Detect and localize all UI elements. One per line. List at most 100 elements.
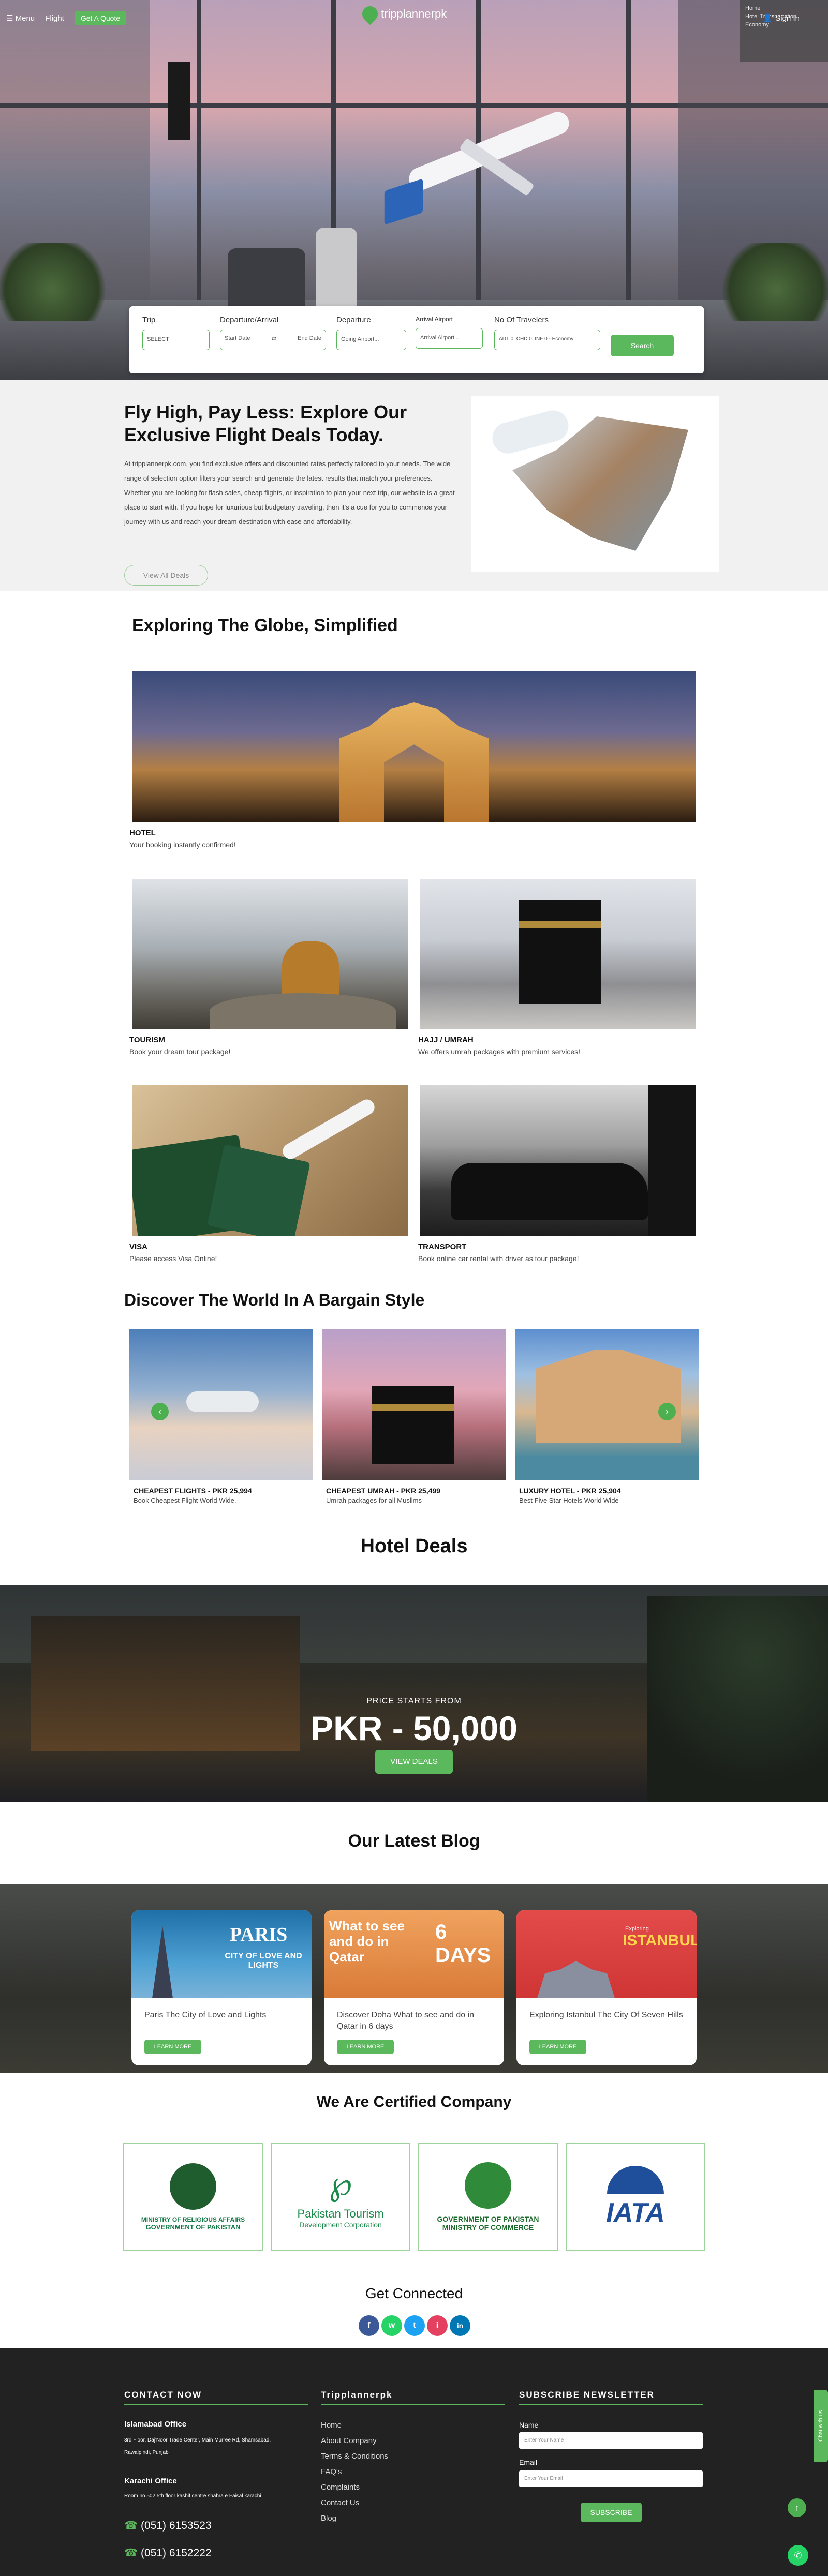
blog-card[interactable]: What to see and do in Qatar 6 DAYS Disco… bbox=[324, 1910, 504, 2065]
pakistan-emblem-icon bbox=[170, 2163, 216, 2210]
iata-globe-icon bbox=[607, 2165, 664, 2194]
footer-link-complaints[interactable]: Complaints bbox=[321, 2483, 360, 2492]
get-connected-title: Get Connected bbox=[365, 2285, 463, 2301]
explore-title: Exploring The Globe, Simplified bbox=[132, 616, 398, 635]
blog-card-text: Exploring Istanbul The City Of Seven Hil… bbox=[529, 2011, 683, 2019]
card-title: TOURISM bbox=[129, 1036, 165, 1044]
intro-title: Fly High, Pay Less: Explore Our Exclusiv… bbox=[124, 401, 407, 445]
blog-title: Our Latest Blog bbox=[348, 1831, 480, 1851]
blog-image: Exploring ISTANBUL bbox=[516, 1910, 697, 1998]
tourism-card-image[interactable] bbox=[132, 879, 408, 1029]
logo-icon bbox=[359, 3, 381, 25]
arrival-input[interactable]: Arrival Airport... bbox=[416, 328, 483, 349]
footer-link-blog[interactable]: Blog bbox=[321, 2514, 336, 2523]
carousel-next-button[interactable]: › bbox=[658, 1403, 676, 1420]
footer-link-faqs[interactable]: FAQ's bbox=[321, 2467, 342, 2476]
linkedin-icon[interactable]: in bbox=[450, 2315, 470, 2336]
card-title: CHEAPEST FLIGHTS - PKR 25,994 bbox=[134, 1487, 252, 1495]
view-all-deals-button[interactable]: View All Deals bbox=[124, 565, 208, 586]
links-heading: Tripplannerpk bbox=[321, 2390, 393, 2400]
trip-select[interactable]: SELECT bbox=[142, 330, 210, 350]
intro-body: At tripplannerpk.com, you find exclusive… bbox=[124, 460, 455, 526]
carousel-prev-button[interactable]: ‹ bbox=[151, 1403, 169, 1420]
blog-card[interactable]: PARIS CITY OF LOVE AND LIGHTS Paris The … bbox=[131, 1910, 312, 2065]
phone-link[interactable]: ☎ (051) 6152222 bbox=[124, 2547, 212, 2559]
date-range-field[interactable]: Start Date ⇄ End Date bbox=[220, 330, 326, 350]
facebook-icon[interactable]: f bbox=[359, 2315, 379, 2336]
blog-section: PARIS CITY OF LOVE AND LIGHTS Paris The … bbox=[0, 1884, 828, 2073]
nav-flight-link[interactable]: Flight bbox=[45, 14, 64, 23]
top-navbar: ☰ Menu Flight Get A Quote tripplannerpk bbox=[0, 0, 828, 36]
intro-section: Fly High, Pay Less: Explore Our Exclusiv… bbox=[0, 380, 828, 591]
whatsapp-icon[interactable]: w bbox=[381, 2315, 402, 2336]
chat-with-us-tab[interactable]: Chat with us bbox=[814, 2390, 828, 2462]
hajj-card-image[interactable] bbox=[420, 879, 696, 1029]
phone-link[interactable]: ☎ (051) 6153523 bbox=[124, 2519, 212, 2532]
blog-card[interactable]: Exploring ISTANBUL Exploring Istanbul Th… bbox=[516, 1910, 697, 2065]
footer-link-terms[interactable]: Terms & Conditions bbox=[321, 2452, 388, 2461]
blog-image: What to see and do in Qatar 6 DAYS bbox=[324, 1910, 504, 1998]
cert-ministry-commerce: GOVERNMENT OF PAKISTAN MINISTRY OF COMME… bbox=[418, 2143, 558, 2251]
subscribe-button[interactable]: SUBSCRIBE bbox=[581, 2503, 642, 2522]
blog-card-text: Discover Doha What to see and do in Qata… bbox=[337, 2011, 475, 2031]
hotel-price: PKR - 50,000 bbox=[310, 1709, 518, 1747]
twitter-icon[interactable]: t bbox=[404, 2315, 425, 2336]
card-subtitle: Best Five Star Hotels World Wide bbox=[519, 1496, 619, 1504]
card-subtitle: Umrah packages for all Muslims bbox=[326, 1496, 422, 1504]
flight-search-form: Trip SELECT Departure/Arrival Start Date… bbox=[129, 306, 704, 373]
card-subtitle: Book Cheapest Flight World Wide. bbox=[134, 1496, 236, 1504]
menu-button[interactable]: ☰ Menu bbox=[6, 13, 35, 23]
card-subtitle: Book online car rental with driver as to… bbox=[418, 1254, 579, 1263]
umrah-deal-image[interactable] bbox=[322, 1329, 506, 1480]
price-starts-label: PRICE STARTS FROM bbox=[366, 1697, 462, 1705]
arrow-right-icon: ⇄ bbox=[271, 336, 276, 342]
departure-input[interactable]: Going Airport... bbox=[336, 330, 406, 350]
card-title: HAJJ / UMRAH bbox=[418, 1036, 474, 1044]
blog-card-text: Paris The City of Love and Lights bbox=[144, 2011, 267, 2019]
whatsapp-chat-icon[interactable]: ✆ bbox=[788, 2545, 808, 2566]
newsletter-email-input[interactable]: Enter Your Email bbox=[519, 2470, 703, 2487]
learn-more-button[interactable]: LEARN MORE bbox=[529, 2040, 586, 2054]
card-subtitle: Book your dream tour package! bbox=[129, 1047, 231, 1056]
learn-more-button[interactable]: LEARN MORE bbox=[144, 2040, 201, 2054]
hotel-deals-banner: PRICE STARTS FROM PKR - 50,000 VIEW DEAL… bbox=[0, 1585, 828, 1802]
view-deals-button[interactable]: VIEW DEALS bbox=[375, 1750, 453, 1774]
cert-iata: IATA bbox=[566, 2143, 705, 2251]
search-button[interactable]: Search bbox=[611, 335, 674, 356]
pakistan-emblem-icon bbox=[465, 2162, 511, 2209]
hotel-deals-title: Hotel Deals bbox=[360, 1535, 468, 1557]
cert-religious-affairs: MINISTRY OF RELIGIOUS AFFAIRS GOVERNMENT… bbox=[123, 2143, 263, 2251]
cert-pakistan-tourism: ℘ Pakistan Tourism Development Corporati… bbox=[271, 2143, 410, 2251]
bargain-title: Discover The World In A Bargain Style bbox=[124, 1291, 425, 1309]
site-logo[interactable]: tripplannerpk bbox=[359, 3, 447, 25]
signin-link[interactable]: 👤 Sign In bbox=[763, 13, 800, 23]
transport-card-image[interactable] bbox=[420, 1085, 696, 1236]
travelers-select[interactable]: ADT 0, CHD 0, INF 0 - Economy bbox=[494, 330, 600, 350]
airport-signboard bbox=[168, 62, 190, 140]
footer-link-about[interactable]: About Company bbox=[321, 2436, 377, 2445]
uae-map-illustration bbox=[471, 396, 719, 572]
scroll-top-button[interactable]: ↑ bbox=[788, 2498, 806, 2517]
card-title: LUXURY HOTEL - PKR 25,904 bbox=[519, 1487, 621, 1495]
phone-icon: ☎ bbox=[124, 2547, 138, 2559]
ptdc-logo-icon: ℘ bbox=[329, 2165, 352, 2202]
footer-link-home[interactable]: Home bbox=[321, 2421, 342, 2430]
card-title: VISA bbox=[129, 1242, 148, 1251]
airplane-image bbox=[405, 108, 573, 194]
phone-icon: ☎ bbox=[124, 2520, 138, 2532]
hotel-card-image[interactable] bbox=[132, 671, 696, 822]
get-quote-button[interactable]: Get A Quote bbox=[74, 11, 127, 25]
contact-heading: CONTACT NOW bbox=[124, 2390, 202, 2400]
newsletter-heading: SUBSCRIBE NEWSLETTER bbox=[519, 2390, 655, 2400]
card-subtitle: We offers umrah packages with premium se… bbox=[418, 1047, 581, 1056]
newsletter-name-input[interactable]: Enter Your Name bbox=[519, 2432, 703, 2449]
card-title: CHEAPEST UMRAH - PKR 25,499 bbox=[326, 1487, 440, 1495]
learn-more-button[interactable]: LEARN MORE bbox=[337, 2040, 394, 2054]
card-title: TRANSPORT bbox=[418, 1242, 467, 1251]
card-subtitle: Please access Visa Online! bbox=[129, 1254, 217, 1263]
user-icon: 👤 bbox=[762, 14, 773, 23]
visa-card-image[interactable] bbox=[132, 1085, 408, 1236]
instagram-icon[interactable]: i bbox=[427, 2315, 448, 2336]
footer-link-contact[interactable]: Contact Us bbox=[321, 2498, 359, 2507]
certified-title: We Are Certified Company bbox=[316, 2093, 512, 2110]
